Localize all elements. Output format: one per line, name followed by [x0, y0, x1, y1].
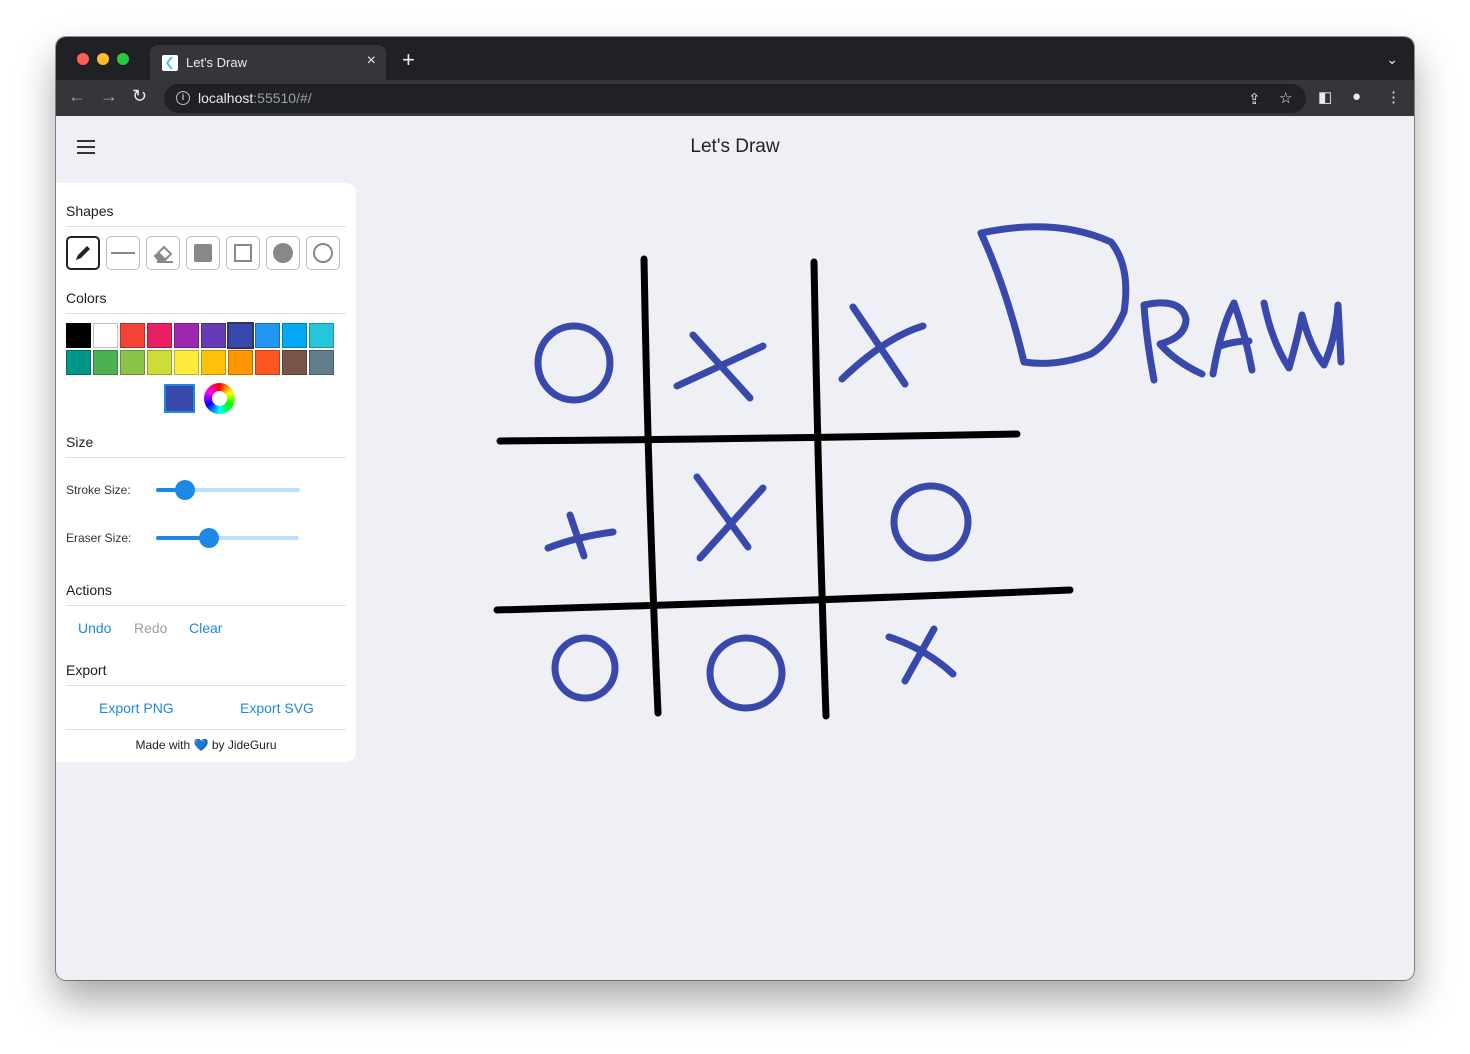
x-mark — [544, 511, 617, 560]
colors-title: Colors — [66, 290, 107, 306]
divider — [66, 685, 346, 686]
divider — [66, 605, 346, 606]
shapes-title: Shapes — [66, 203, 114, 219]
export-png-button[interactable]: Export PNG — [99, 700, 174, 716]
color-swatch[interactable] — [93, 350, 118, 375]
color-swatch[interactable] — [227, 322, 254, 349]
line-icon — [111, 252, 135, 254]
color-swatch[interactable] — [66, 323, 91, 348]
export-svg-button[interactable]: Export SVG — [240, 700, 314, 716]
footer-prefix: Made with — [135, 738, 191, 752]
grid-line — [493, 586, 1074, 614]
grid-line — [640, 255, 662, 717]
stroke-size-slider[interactable] — [156, 480, 300, 500]
color-swatch[interactable] — [255, 350, 280, 375]
filled-circle-tool-button[interactable] — [266, 236, 300, 270]
handwriting-letter-w — [1260, 299, 1345, 372]
color-swatch[interactable] — [147, 323, 172, 348]
footer-credit: Made with 💙 by JideGuru — [56, 738, 356, 752]
handwriting-letter-a — [1209, 299, 1256, 378]
handwriting-letter-d — [977, 223, 1130, 367]
divider — [66, 457, 346, 458]
grid-line — [496, 430, 1021, 445]
x-mark — [838, 303, 927, 388]
x-mark — [885, 625, 957, 685]
x-mark — [673, 331, 767, 402]
divider — [66, 226, 346, 227]
color-swatch[interactable] — [93, 323, 118, 348]
ink-strokes — [534, 223, 1345, 712]
handwriting-letter-r — [1140, 299, 1206, 384]
color-swatch[interactable] — [309, 350, 334, 375]
color-swatch[interactable] — [255, 323, 280, 348]
selected-color-swatch[interactable] — [164, 384, 195, 413]
circle-icon — [313, 243, 333, 263]
eraser-tool-button[interactable] — [146, 236, 180, 270]
eraser-icon — [153, 245, 173, 263]
o-mark — [534, 322, 614, 404]
color-swatch[interactable] — [174, 350, 199, 375]
color-swatch[interactable] — [120, 350, 145, 375]
o-mark — [551, 634, 619, 702]
heart-icon: 💙 — [193, 738, 209, 752]
circle-tool-button[interactable] — [306, 236, 340, 270]
pencil-icon — [76, 246, 90, 260]
line-tool-button[interactable] — [106, 236, 140, 270]
eraser-size-slider[interactable] — [156, 528, 299, 548]
x-mark — [693, 473, 767, 562]
color-swatch[interactable] — [309, 323, 334, 348]
color-swatch[interactable] — [201, 323, 226, 348]
square-tool-button[interactable] — [226, 236, 260, 270]
color-swatch[interactable] — [66, 350, 91, 375]
square-icon — [234, 244, 252, 262]
filled-circle-icon — [273, 243, 293, 263]
color-swatch[interactable] — [228, 350, 253, 375]
color-swatch[interactable] — [174, 323, 199, 348]
pencil-tool-button[interactable] — [66, 236, 100, 270]
footer-suffix: by JideGuru — [211, 738, 277, 752]
eraser-slider-thumb[interactable] — [198, 528, 219, 548]
redo-button[interactable]: Redo — [134, 620, 167, 636]
color-swatch[interactable] — [282, 350, 307, 375]
stroke-size-label: Stroke Size: — [66, 483, 131, 497]
filled-square-tool-button[interactable] — [186, 236, 220, 270]
size-title: Size — [66, 434, 94, 450]
undo-button[interactable]: Undo — [78, 620, 111, 636]
o-mark — [706, 634, 786, 712]
color-wheel-icon[interactable] — [204, 383, 235, 414]
export-title: Export — [66, 662, 107, 678]
divider — [66, 313, 346, 314]
o-mark — [890, 482, 972, 562]
color-swatch[interactable] — [201, 350, 226, 375]
filled-square-icon — [194, 244, 212, 262]
stroke-slider-thumb[interactable] — [174, 480, 195, 500]
browser-window: Let's Draw × + ⌄ ← → ↻ i localhost:55510… — [56, 37, 1414, 980]
divider — [66, 729, 346, 730]
color-swatch[interactable] — [282, 323, 307, 348]
clear-button[interactable]: Clear — [189, 620, 222, 636]
tools-panel: Shapes Colors Size Stroke Size: Eraser S… — [56, 183, 356, 762]
actions-title: Actions — [66, 582, 112, 598]
color-swatch[interactable] — [147, 350, 172, 375]
grid-line — [810, 258, 830, 720]
color-swatch[interactable] — [120, 323, 145, 348]
eraser-size-label: Eraser Size: — [66, 531, 132, 545]
